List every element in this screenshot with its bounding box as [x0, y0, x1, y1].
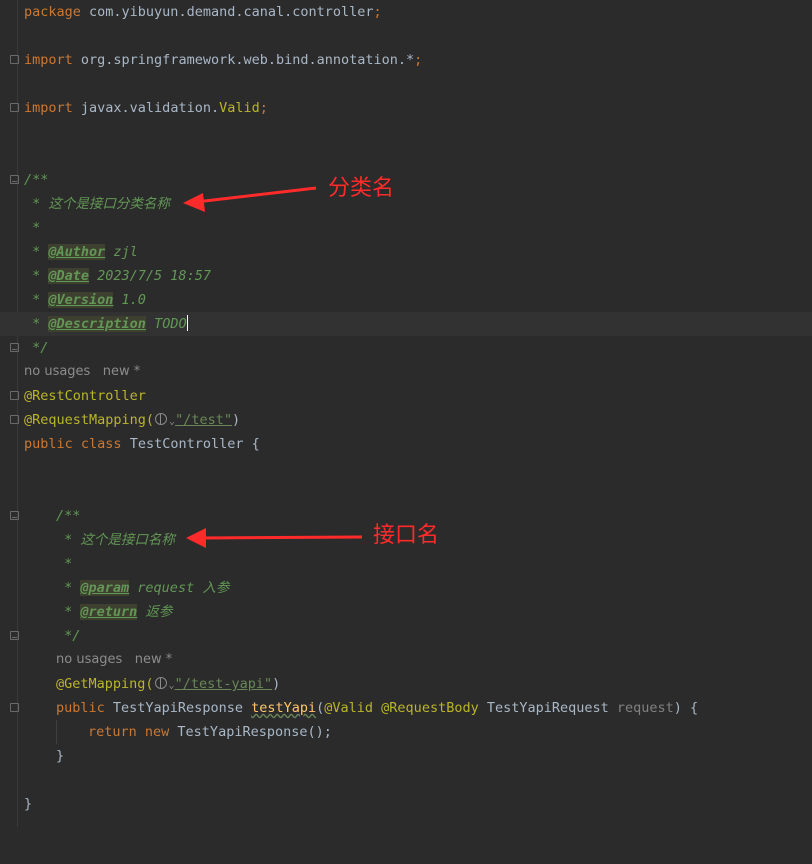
code-line-return[interactable]: return new TestYapiResponse();: [0, 720, 812, 744]
code-line-import-valid[interactable]: import javax.validation.Valid;: [0, 96, 812, 120]
code-line-method-end[interactable]: }: [0, 744, 812, 768]
code-line-rest-controller[interactable]: @RestController: [0, 384, 812, 408]
author-hint[interactable]: new *: [103, 364, 141, 379]
code-line-method-decl[interactable]: public TestYapiResponse testYapi(@Valid …: [0, 696, 812, 720]
code-editor[interactable]: package com.yibuyun.demand.canal.control…: [0, 0, 812, 827]
text-caret: [186, 315, 188, 331]
import-path: org.springframework.web.bind.annotation.…: [72, 52, 415, 68]
fold-icon[interactable]: [10, 391, 19, 400]
code-line-doc-version[interactable]: * @Version 1.0: [0, 288, 812, 312]
web-endpoint-icon[interactable]: [154, 677, 167, 689]
code-line-doc-blank[interactable]: *: [0, 216, 812, 240]
unused-parameter: request: [616, 700, 674, 716]
code-line-doc-close[interactable]: */: [0, 336, 812, 360]
code-vision-hint-method[interactable]: no usages new *: [0, 648, 812, 672]
date-tag: @Date: [48, 268, 90, 284]
web-endpoint-icon[interactable]: [155, 413, 168, 425]
code-line-doc-description-current[interactable]: * @Description TODO: [0, 312, 812, 336]
code-line-doc-date[interactable]: * @Date 2023/7/5 18:57: [0, 264, 812, 288]
code-line-method-doc-blank[interactable]: *: [0, 552, 812, 576]
fold-icon[interactable]: [10, 631, 19, 640]
code-line-method-doc-return[interactable]: * @return 返参: [0, 600, 812, 624]
package-name: com.yibuyun.demand.canal.controller: [80, 4, 374, 20]
get-mapping-path[interactable]: "/test-yapi": [175, 676, 273, 692]
code-line-request-mapping[interactable]: @RequestMapping(⌄"/test"): [0, 408, 812, 432]
author-tag: @Author: [48, 244, 106, 260]
code-line-import-annotation[interactable]: import org.springframework.web.bind.anno…: [0, 48, 812, 72]
code-line-method-doc-close[interactable]: */: [0, 624, 812, 648]
code-line-doc-author[interactable]: * @Author zjl: [0, 240, 812, 264]
doc-description: * 这个是接口分类名称: [24, 196, 170, 212]
annotation-label-category: 分类名: [328, 176, 395, 201]
code-line-package[interactable]: package com.yibuyun.demand.canal.control…: [0, 0, 812, 24]
usages-hint[interactable]: no usages: [24, 364, 90, 379]
fold-icon[interactable]: [10, 175, 19, 184]
code-line-get-mapping[interactable]: @GetMapping(⌄"/test-yapi"): [0, 672, 812, 696]
author-hint[interactable]: new *: [135, 652, 173, 667]
fold-icon[interactable]: [10, 343, 19, 352]
fold-icon[interactable]: [10, 55, 19, 64]
usages-hint[interactable]: no usages: [56, 652, 122, 667]
code-line-method-doc-param[interactable]: * @param request 入参: [0, 576, 812, 600]
package-keyword: package: [24, 4, 81, 20]
fold-icon[interactable]: [10, 415, 19, 424]
code-line-class-decl[interactable]: public class TestController {: [0, 432, 812, 456]
fold-icon[interactable]: [10, 103, 19, 112]
code-line-doc-open[interactable]: /**: [0, 168, 812, 192]
annotation-label-interface: 接口名: [373, 523, 440, 548]
code-line-doc-desc[interactable]: * 这个是接口分类名称: [0, 192, 812, 216]
mapping-path[interactable]: "/test": [175, 412, 232, 428]
class-name: TestController {: [121, 436, 260, 452]
param-tag: @param: [80, 580, 130, 596]
return-tag: @return: [80, 604, 138, 620]
method-doc-description: * 这个是接口名称: [56, 532, 175, 548]
fold-icon[interactable]: [10, 511, 19, 520]
method-name[interactable]: testYapi: [251, 700, 316, 716]
code-line-class-end[interactable]: }: [0, 792, 812, 816]
description-tag: @Description: [48, 316, 146, 332]
code-vision-hint-class[interactable]: no usages new *: [0, 360, 812, 384]
fold-icon[interactable]: [10, 703, 19, 712]
version-tag: @Version: [48, 292, 114, 308]
